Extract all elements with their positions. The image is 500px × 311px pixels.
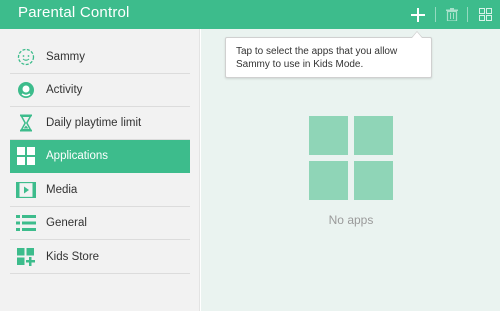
- media-film-icon: [16, 180, 36, 200]
- child-face-icon: [16, 47, 36, 67]
- sidebar-item-general[interactable]: General: [10, 207, 190, 240]
- sidebar-item-label: Sammy: [46, 51, 85, 63]
- tooltip: Tap to select the apps that you allow Sa…: [225, 37, 432, 78]
- sidebar-item-label: Activity: [46, 84, 83, 96]
- sidebar-item-label: General: [46, 217, 87, 229]
- sidebar-item-daily-playtime-limit[interactable]: Daily playtime limit: [10, 107, 190, 140]
- placeholder-tile: [354, 161, 393, 200]
- kids-store-icon: [16, 247, 36, 267]
- empty-state-label: No apps: [328, 213, 374, 227]
- applications-grid-icon: [16, 146, 36, 166]
- plus-icon: [411, 7, 425, 22]
- placeholder-tile: [309, 116, 348, 155]
- sidebar-item-media[interactable]: Media: [10, 174, 190, 207]
- sidebar-item-sammy[interactable]: Sammy: [10, 41, 190, 74]
- placeholder-tile: [354, 116, 393, 155]
- sidebar-item-label: Media: [46, 184, 78, 196]
- sidebar-item-label: Daily playtime limit: [46, 117, 142, 129]
- placeholder-tile: [309, 161, 348, 200]
- add-button[interactable]: [403, 0, 433, 29]
- trash-icon: [446, 8, 458, 21]
- sidebar-item-applications[interactable]: Applications: [10, 140, 190, 173]
- sidebar-item-kids-store[interactable]: Kids Store: [10, 241, 190, 274]
- sidebar-item-label: Kids Store: [46, 251, 100, 263]
- title-bar: Parental Control: [0, 0, 500, 29]
- sidebar: Sammy Activity Daily playtime limit Appl…: [0, 29, 200, 311]
- activity-icon: [16, 80, 36, 100]
- general-list-icon: [16, 213, 36, 233]
- sidebar-item-label: Applications: [46, 150, 109, 162]
- tooltip-pointer-fill: [412, 32, 422, 38]
- hourglass-icon: [16, 113, 36, 133]
- page-title: Parental Control: [18, 4, 130, 21]
- header-divider: [467, 7, 468, 22]
- grid-view-icon: [478, 8, 492, 21]
- delete-button[interactable]: [437, 0, 467, 29]
- sidebar-item-activity[interactable]: Activity: [10, 74, 190, 107]
- grid-view-button[interactable]: [470, 0, 500, 29]
- header-divider: [435, 7, 436, 22]
- apps-placeholder-icon: [309, 116, 393, 200]
